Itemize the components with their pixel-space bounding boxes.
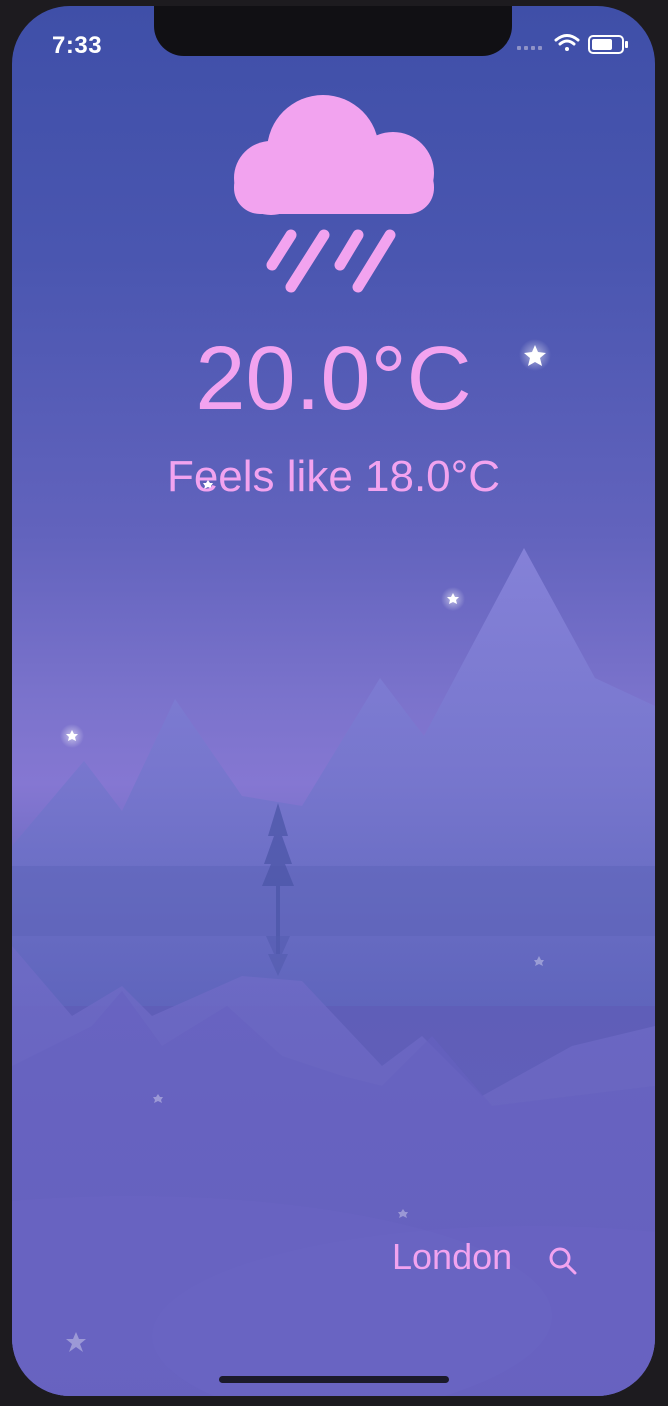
wifi-icon <box>554 34 580 51</box>
device-notch <box>154 6 512 56</box>
temperature: 20.0°C <box>195 329 472 429</box>
search-icon <box>549 1247 577 1275</box>
feels-like-temperature: Feels like 18.0°C <box>166 452 501 501</box>
search-button[interactable] <box>546 1244 580 1278</box>
city-name: London <box>392 1236 513 1277</box>
battery-icon <box>588 35 628 54</box>
status-icons <box>517 32 637 56</box>
home-indicator[interactable] <box>219 1376 449 1383</box>
status-time: 7:33 <box>52 32 103 59</box>
app-screen: 7:33 20.0°C Feels like 18.0°C London <box>12 6 655 1396</box>
rain-cloud-icon <box>234 95 434 293</box>
signal-icon <box>517 46 542 50</box>
